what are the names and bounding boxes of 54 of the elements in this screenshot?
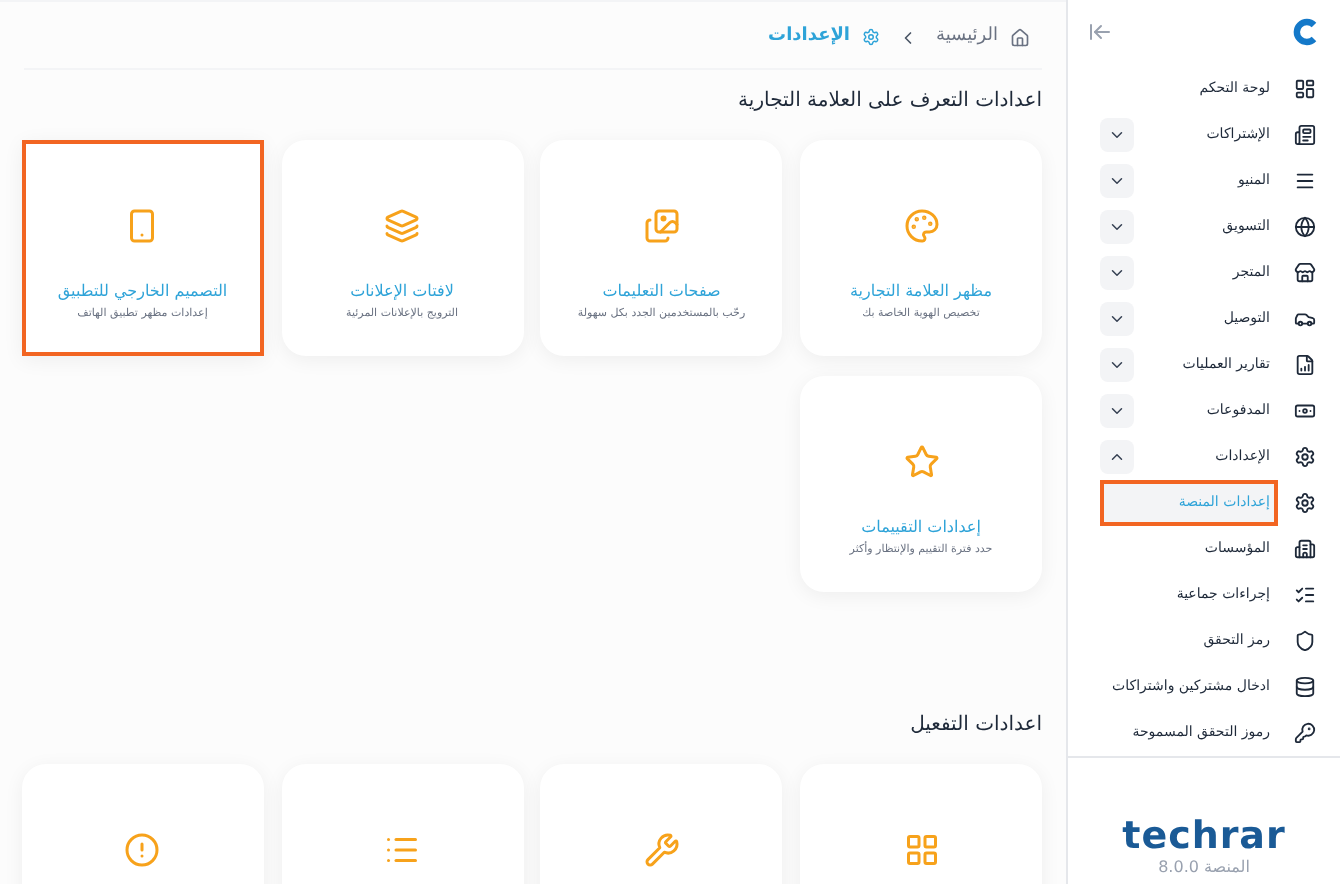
expand-toggle[interactable] [1100,302,1134,336]
report-icon [1294,354,1316,376]
key-icon [1294,722,1316,744]
wrench-icon [643,832,680,868]
chevron-icon [1108,310,1126,328]
version-label: المنصة 8.0.0 [1158,856,1250,880]
chevron-icon [1108,402,1126,420]
expand-toggle[interactable] [1100,394,1134,428]
chevron-icon [1108,126,1126,144]
brand-logo: techrar [1122,818,1286,856]
database-icon [1294,676,1316,698]
list-icon [1294,584,1316,606]
chevron-icon [1108,448,1126,466]
newspaper-icon [1294,124,1316,146]
images-icon [643,208,680,244]
settings-icon [1294,492,1316,514]
breadcrumb-current: الإعدادات [768,23,850,50]
logo-icon [1292,18,1320,46]
expand-toggle[interactable] [1100,210,1134,244]
breadcrumb-link[interactable]: الرئيسية [936,23,998,51]
expand-toggle[interactable] [1100,440,1134,474]
menu-icon [1294,170,1316,192]
car-icon [1294,308,1316,330]
settings-icon [862,28,880,46]
dashboard-icon [1294,78,1316,100]
grid-plus-icon [903,832,939,868]
alert-circle-icon [124,832,161,868]
building-icon [1294,538,1316,560]
home-icon [1010,27,1030,47]
stack-icon [384,208,420,244]
expand-toggle[interactable] [1100,348,1134,382]
chevron-icon [1108,356,1126,374]
card-title: لافتات الإعلانات [350,280,454,304]
expand-toggle[interactable] [1100,256,1134,290]
card-title: مظهر العلامة التجارية [850,280,992,304]
store-icon [1294,262,1316,284]
star-icon [903,444,939,480]
chevron-icon [1108,172,1126,190]
expand-toggle[interactable] [1100,118,1134,152]
palette-icon [903,208,939,244]
money-icon [1294,400,1316,422]
settings-icon [1294,446,1316,468]
chevron-icon [1108,264,1126,282]
list-icon [384,832,420,868]
chevron-icon [1108,218,1126,236]
section-title: اعدادات التعرف على العلامة التجارية [736,88,1042,116]
collapse-sidebar-icon[interactable] [1088,20,1112,44]
expand-toggle[interactable] [1100,164,1134,198]
card-title: التصميم الخارجي للتطبيق [57,280,228,304]
section-title: اعدادات التفعيل [908,712,1042,740]
card-title: إعدادات التقييمات [861,516,981,540]
shield-icon [1294,630,1316,652]
globe-icon [1294,216,1316,238]
card-title: صفحات التعليمات [602,280,721,304]
